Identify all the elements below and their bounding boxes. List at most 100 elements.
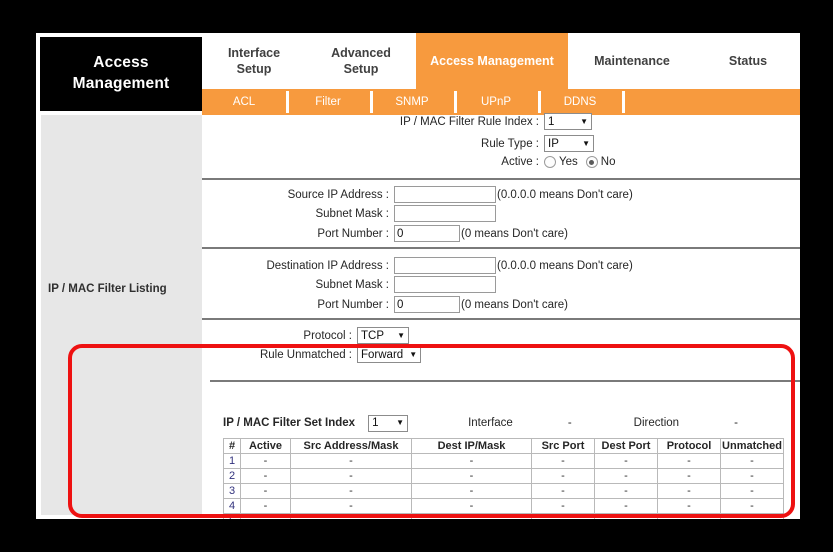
cell-unmatched: - <box>720 498 784 514</box>
direction-value: - <box>734 417 738 429</box>
divider-2 <box>202 247 800 249</box>
row-active: Active : Yes No <box>202 156 800 168</box>
cell-dest-ip-mask: - <box>411 453 532 469</box>
cell-dest-port: - <box>594 498 658 514</box>
cell-unmatched: - <box>720 453 784 469</box>
active-no-radio[interactable] <box>585 156 598 168</box>
col-protocol: Protocol <box>657 438 721 454</box>
row-source-port: Port Number : (0 means Don't care) <box>202 225 800 242</box>
col-unmatched: Unmatched <box>720 438 784 454</box>
rule-index-label: IP / MAC Filter Rule Index : <box>399 115 539 128</box>
table-row: 5 - - - - - - - <box>223 513 784 519</box>
subtab-upnp-label: UPnP <box>480 96 512 108</box>
rule-unmatched-label: Rule Unmatched : <box>259 348 352 361</box>
source-port-input[interactable] <box>394 225 460 242</box>
tab-maintenance[interactable]: Maintenance <box>568 33 696 91</box>
cell-src-address-mask: - <box>290 468 412 484</box>
destination-mask-label: Subnet Mask : <box>315 278 389 291</box>
cell-src-port: - <box>531 513 595 519</box>
cell-dest-port: - <box>594 483 658 499</box>
cell-active: - <box>240 468 291 484</box>
row-destination-mask: Subnet Mask : <box>202 276 800 293</box>
subtab-acl[interactable]: ACL <box>202 89 286 115</box>
active-label: Active : <box>501 156 539 168</box>
cell-src-address-mask: - <box>290 453 412 469</box>
subtab-snmp[interactable]: SNMP <box>370 89 454 115</box>
cell-dest-port: - <box>594 513 658 519</box>
destination-port-input[interactable] <box>394 296 460 313</box>
cell-src-address-mask: - <box>290 513 412 519</box>
cell-protocol: - <box>657 453 721 469</box>
tab-status[interactable]: Status <box>696 33 800 91</box>
source-mask-label: Subnet Mask : <box>315 207 389 220</box>
divider-1 <box>202 178 800 180</box>
cell-index: 1 <box>223 453 241 469</box>
row-source-ip: Source IP Address : (0.0.0.0 means Don't… <box>202 186 800 203</box>
cell-src-port: - <box>531 468 595 484</box>
router-admin-page: Access Management Interface Setup Advance… <box>36 33 800 519</box>
tab-access-management[interactable]: Access Management <box>416 33 568 91</box>
subtab-upnp[interactable]: UPnP <box>454 89 538 115</box>
cell-src-port: - <box>531 498 595 514</box>
protocol-select[interactable]: TCP ▼ <box>357 327 409 344</box>
content-panel: IP / MAC Filter Rule Index : 1 ▼ Rule Ty… <box>202 113 800 519</box>
cell-unmatched: - <box>720 483 784 499</box>
cell-protocol: - <box>657 468 721 484</box>
cell-protocol: - <box>657 498 721 514</box>
destination-mask-input[interactable] <box>394 276 496 293</box>
subnav-filler <box>622 89 800 115</box>
col-dest-port: Dest Port <box>594 438 658 454</box>
sidebar-panel: IP / MAC Filter Listing <box>41 115 202 515</box>
cell-src-port: - <box>531 483 595 499</box>
rule-index-value: 1 <box>548 115 555 128</box>
subtab-filter[interactable]: Filter <box>286 89 370 115</box>
direction-label: Direction <box>633 417 680 429</box>
table-row: 4 - - - - - - - <box>223 498 784 514</box>
rule-type-select[interactable]: IP ▼ <box>544 135 594 152</box>
set-index-value: 1 <box>372 417 379 429</box>
protocol-label: Protocol : <box>303 329 352 342</box>
tab-maintenance-label: Maintenance <box>594 54 670 69</box>
active-yes-radio[interactable] <box>544 156 556 168</box>
destination-ip-hint: (0.0.0.0 means Don't care) <box>497 259 633 272</box>
col-index: # <box>223 438 241 454</box>
interface-value: - <box>567 417 572 429</box>
active-no-label: No <box>600 156 616 168</box>
chevron-down-icon: ▼ <box>397 330 405 340</box>
logo-line-1: Access <box>93 54 149 72</box>
active-yes-label: Yes <box>559 156 578 168</box>
source-mask-input[interactable] <box>394 205 496 222</box>
set-index-select[interactable]: 1 ▼ <box>368 414 409 432</box>
tab-status-label: Status <box>728 54 768 69</box>
source-ip-input[interactable] <box>394 186 496 203</box>
cell-index: 2 <box>223 468 241 484</box>
table-row: 1 - - - - - - - <box>223 453 784 469</box>
row-destination-ip: Destination IP Address : (0.0.0.0 means … <box>202 257 800 274</box>
tab-interface-setup[interactable]: Interface Setup <box>202 33 306 91</box>
cell-dest-port: - <box>594 453 658 469</box>
cell-active: - <box>240 513 291 519</box>
subtab-acl-label: ACL <box>232 96 256 108</box>
tab-advanced-setup[interactable]: Advanced Setup <box>306 33 416 91</box>
row-rule-index: IP / MAC Filter Rule Index : 1 ▼ <box>202 113 800 130</box>
subtab-ddns[interactable]: DDNS <box>538 89 622 115</box>
protocol-value: TCP <box>361 329 384 342</box>
destination-ip-input[interactable] <box>394 257 496 274</box>
rule-type-value: IP <box>548 137 559 150</box>
chevron-down-icon: ▼ <box>396 418 405 427</box>
cell-index: 4 <box>223 498 241 514</box>
tab-advanced-setup-label: Advanced Setup <box>331 46 391 76</box>
filter-listing-table: # Active Src Address/Mask Dest IP/Mask S… <box>223 438 784 519</box>
cell-dest-ip-mask: - <box>411 513 532 519</box>
col-dest-ip: Dest IP/Mask <box>411 438 532 454</box>
cell-protocol: - <box>657 483 721 499</box>
source-port-hint: (0 means Don't care) <box>461 227 569 240</box>
cell-src-address-mask: - <box>290 483 412 499</box>
ip-mac-filter-listing: IP / MAC Filter Set Index 1 ▼ Interface … <box>223 413 784 519</box>
col-src-addr: Src Address/Mask <box>290 438 412 454</box>
cell-src-port: - <box>531 453 595 469</box>
rule-unmatched-select[interactable]: Forward ▼ <box>357 346 421 363</box>
page-body: IP / MAC Filter Listing IP / MAC Filter … <box>36 113 800 519</box>
page-header: Access Management Interface Setup Advance… <box>36 33 800 115</box>
rule-index-select[interactable]: 1 ▼ <box>544 113 592 130</box>
